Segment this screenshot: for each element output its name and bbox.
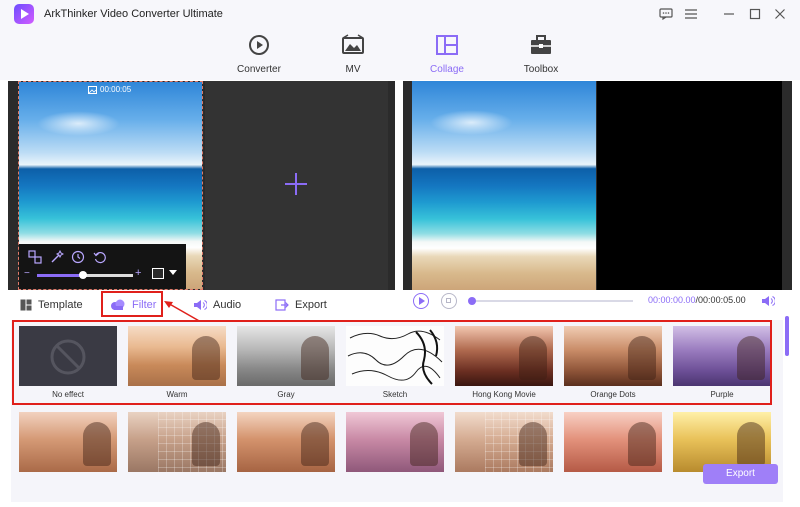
collage-edit-panel: 00:00:05 − +	[8, 81, 395, 290]
thumb-figure	[83, 422, 111, 466]
tab-toolbox[interactable]: Toolbox	[496, 32, 586, 75]
filter-row-highlight	[12, 320, 772, 405]
stop-button[interactable]	[441, 293, 457, 309]
image-icon	[88, 85, 97, 94]
thumb-figure	[301, 422, 329, 466]
filter-thumbnail[interactable]	[673, 412, 771, 472]
thumb-figure	[410, 422, 438, 466]
mv-icon	[308, 32, 398, 58]
collage-slot-2[interactable]	[205, 81, 388, 290]
feedback-icon[interactable]	[655, 4, 677, 24]
close-icon[interactable]	[769, 4, 791, 24]
play-button[interactable]	[413, 293, 429, 309]
converter-icon	[214, 32, 304, 58]
clip-duration: 00:00:05	[100, 85, 132, 94]
main-nav: Converter MV Collage Toolbox	[0, 28, 800, 80]
reset-icon[interactable]	[93, 250, 107, 264]
play-icon	[419, 297, 425, 305]
minimize-icon[interactable]	[718, 4, 740, 24]
app-title: ArkThinker Video Converter Ultimate	[44, 8, 223, 20]
playback-progress[interactable]	[468, 297, 633, 305]
export-icon	[275, 299, 289, 311]
volume-knob[interactable]	[79, 271, 87, 279]
add-media-icon[interactable]	[285, 173, 307, 195]
tab-label: Toolbox	[523, 64, 559, 75]
tab-collage[interactable]: Collage	[402, 32, 492, 75]
output-preview	[403, 81, 792, 290]
chevron-down-icon[interactable]	[169, 270, 177, 275]
filter-thumbnail[interactable]	[237, 412, 335, 472]
tab-mv[interactable]: MV	[308, 32, 398, 75]
playback-controls: 00:00:00.00/00:00:05.00	[405, 290, 800, 314]
total-time: /00:00:05.00	[695, 295, 746, 305]
clip-controls: − +	[19, 244, 186, 289]
thumb-figure	[519, 422, 547, 466]
filter-scrollbar[interactable]	[785, 316, 789, 356]
tab-template-label: Template	[38, 299, 83, 311]
tab-export-label: Export	[295, 299, 327, 311]
thumb-figure	[192, 422, 220, 466]
filter-tab-highlight	[101, 291, 163, 317]
collage-icon	[402, 32, 492, 58]
template-icon	[20, 299, 32, 311]
toolbox-icon	[496, 32, 586, 58]
beach-preview	[412, 81, 596, 290]
filter-thumbnail[interactable]	[19, 412, 117, 472]
tab-label: Collage	[430, 64, 464, 75]
title-bar: ArkThinker Video Converter Ultimate	[0, 0, 800, 28]
current-time: 00:00:00.00	[648, 295, 696, 305]
filter-thumbnail[interactable]	[455, 412, 553, 472]
aspect-icon[interactable]	[152, 268, 164, 279]
tab-label: Converter	[237, 64, 281, 75]
preview-left-image	[412, 81, 596, 290]
export-button[interactable]: Export	[703, 464, 778, 484]
magic-wand-icon[interactable]	[50, 250, 64, 264]
app-logo	[14, 4, 34, 24]
time-readout: 00:00:00.00/00:00:05.00	[648, 295, 746, 305]
thumb-figure	[628, 422, 656, 466]
tab-converter[interactable]: Converter	[214, 32, 304, 75]
filter-thumbnail[interactable]	[346, 412, 444, 472]
speaker-icon[interactable]	[761, 295, 775, 307]
stop-icon	[446, 298, 451, 303]
maximize-icon[interactable]	[744, 4, 766, 24]
collage-slot-1[interactable]: 00:00:05 − +	[18, 81, 203, 290]
preview-empty-slot	[597, 81, 782, 290]
volume-minus-icon[interactable]: −	[24, 268, 30, 279]
crop-icon[interactable]	[28, 250, 42, 264]
tab-export[interactable]: Export	[275, 294, 327, 316]
tab-template[interactable]: Template	[20, 294, 83, 316]
progress-knob[interactable]	[468, 297, 476, 305]
filter-thumbnail[interactable]	[564, 412, 662, 472]
tab-label: MV	[345, 64, 361, 75]
clock-icon[interactable]	[71, 250, 85, 264]
volume-plus-icon[interactable]: +	[135, 267, 141, 279]
filter-thumbnail[interactable]	[128, 412, 226, 472]
menu-icon[interactable]	[680, 4, 702, 24]
volume-slider[interactable]	[37, 271, 133, 279]
thumb-figure	[737, 422, 765, 466]
volume-fill	[37, 274, 84, 277]
clip-duration-badge: 00:00:05	[88, 85, 131, 94]
